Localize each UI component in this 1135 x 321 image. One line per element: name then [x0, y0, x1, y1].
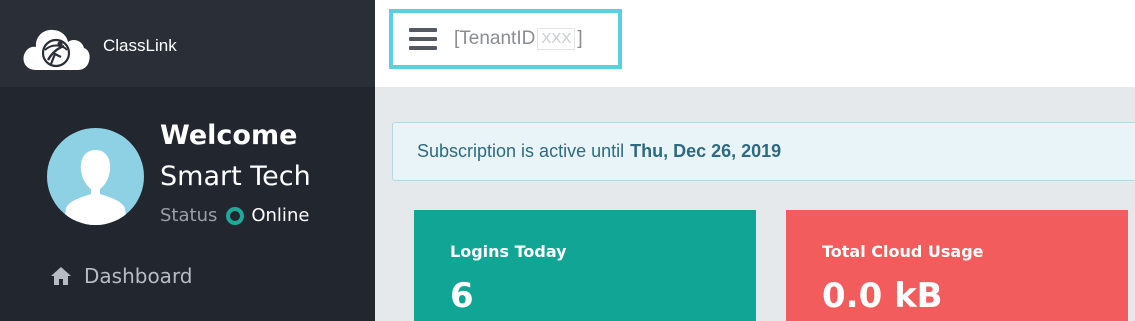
- status-value: Online: [251, 205, 310, 226]
- alert-text: Subscription is active until: [417, 141, 625, 161]
- card-title: Logins Today: [450, 242, 567, 261]
- brand-name: ClassLink: [103, 36, 177, 55]
- hamburger-menu-icon[interactable]: [409, 28, 437, 50]
- card-title: Total Cloud Usage: [822, 242, 984, 261]
- status-row: Status Online: [160, 205, 309, 226]
- tenant-label: [TenantID XXX ]: [454, 28, 583, 50]
- card-value: 6: [450, 276, 474, 316]
- subscription-alert: Subscription is active until Thu, Dec 26…: [392, 122, 1135, 181]
- tenant-id: XXX: [537, 28, 576, 50]
- sidebar-item-dashboard[interactable]: Dashboard: [50, 264, 193, 288]
- status-online-icon: [226, 206, 245, 225]
- tenant-suffix: ]: [577, 28, 583, 49]
- user-name: Smart Tech: [160, 161, 311, 192]
- status-label: Status: [160, 205, 218, 226]
- alert-date: Thu, Dec 26, 2019: [630, 141, 782, 161]
- cloud-usage-card[interactable]: Total Cloud Usage 0.0 kB: [786, 210, 1128, 321]
- tenant-prefix: [TenantID: [454, 28, 536, 49]
- logins-today-card[interactable]: Logins Today 6: [414, 210, 756, 321]
- brand-bar: ClassLink: [0, 0, 375, 87]
- avatar: [47, 128, 144, 225]
- user-silhouette-icon: [64, 150, 127, 225]
- home-icon: [51, 267, 71, 285]
- tenant-highlight-box: [TenantID XXX ]: [389, 9, 622, 69]
- classlink-logo[interactable]: [20, 20, 92, 74]
- sidebar: ClassLink Welcome Smart Tech Status Onli…: [0, 0, 375, 321]
- card-value: 0.0 kB: [822, 276, 943, 316]
- welcome-text: Welcome: [160, 120, 298, 151]
- sidebar-item-label: Dashboard: [84, 264, 193, 288]
- top-header: [TenantID XXX ]: [375, 0, 1135, 87]
